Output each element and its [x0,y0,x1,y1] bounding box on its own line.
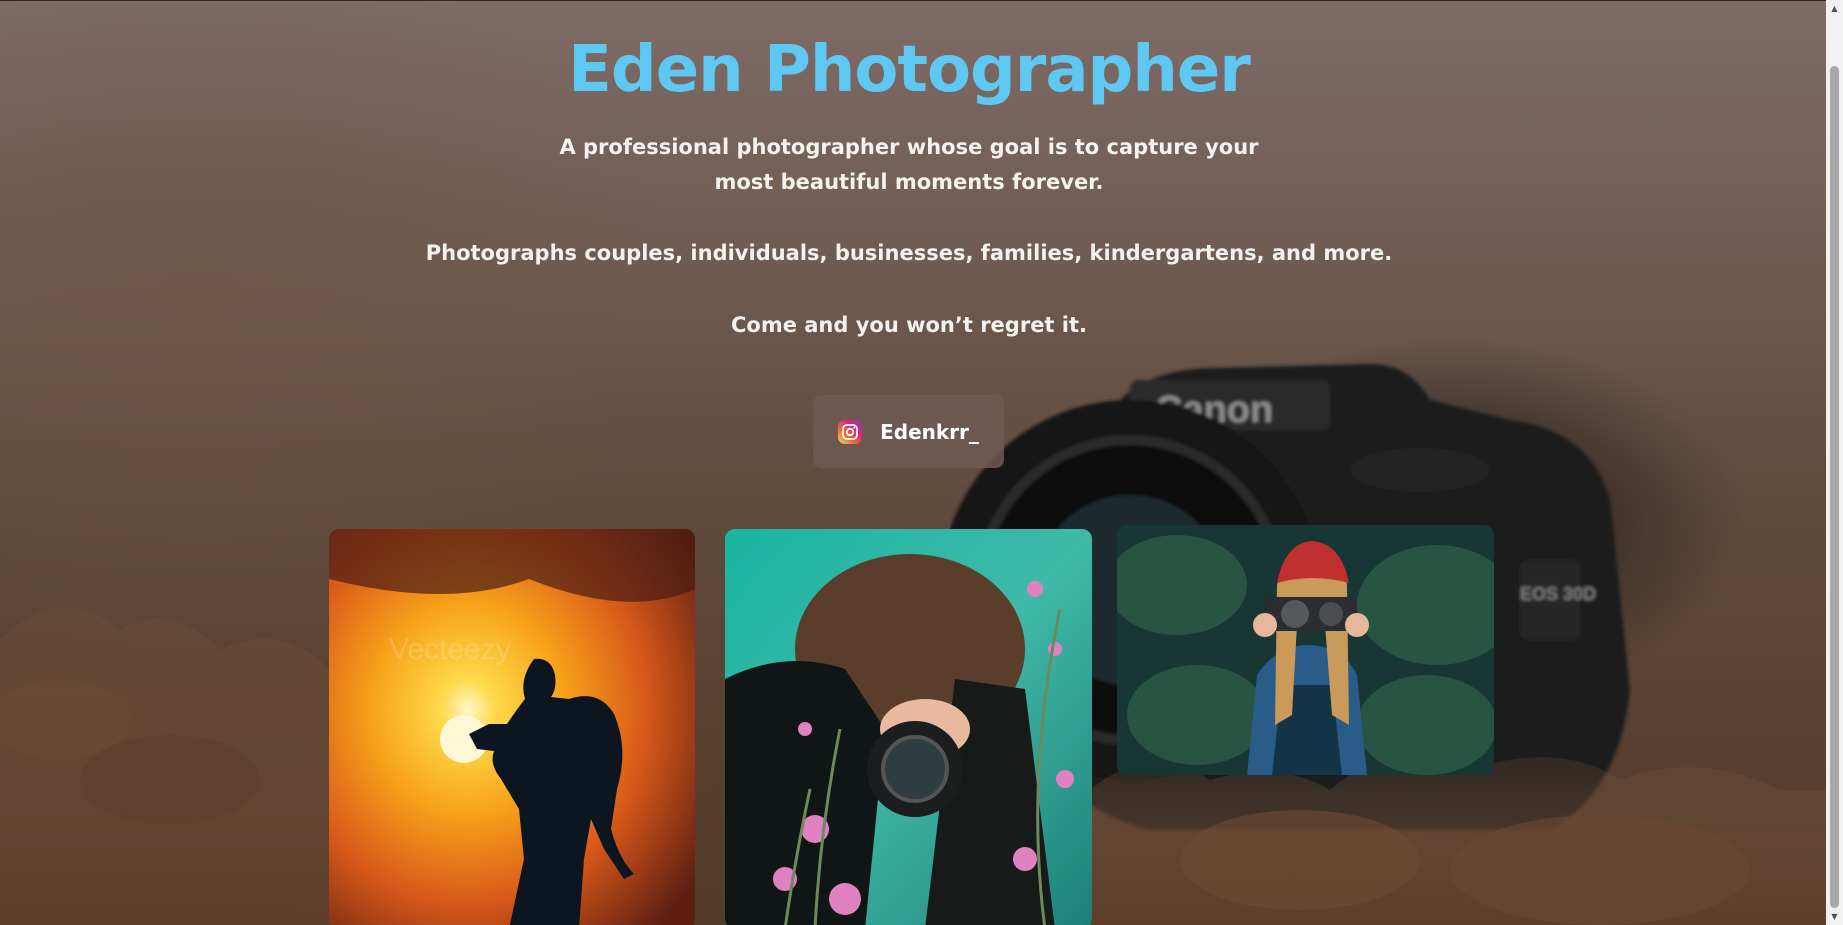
instagram-icon [838,419,863,444]
instagram-link-button[interactable]: Edenkrr_ [813,395,1004,468]
vertical-scrollbar[interactable]: ▲ ▼ [1826,0,1843,925]
description-intro-text: A professional photographer whose goal i… [559,135,1259,194]
description-intro: A professional photographer whose goal i… [0,130,1818,200]
page-title: Eden Photographer [568,33,1251,107]
page: Canon EOS 30D Eden Photographer A profes… [0,0,1843,925]
gallery-photo-red-beanie[interactable] [1117,525,1494,775]
description-closing: Come and you won’t regret it. [730,313,1087,337]
description-clients: Photographs couples, individuals, busine… [425,241,1393,265]
gallery-photo-flowers[interactable] [725,529,1092,925]
scrollbar-thumb[interactable] [1830,66,1839,908]
instagram-handle: Edenkrr_ [880,419,979,444]
scroll-up-arrow-icon[interactable]: ▲ [1826,0,1843,17]
scroll-down-arrow-icon[interactable]: ▼ [1826,908,1843,925]
watermark-text: Vecteezy [389,633,511,666]
sunset-photographer-image: Vecteezy [329,529,695,925]
red-beanie-camera-image [1117,525,1494,775]
gallery-photo-sunset[interactable]: Vecteezy [329,529,695,925]
flowers-camera-image [725,529,1092,925]
window-top-border [0,0,1843,1]
